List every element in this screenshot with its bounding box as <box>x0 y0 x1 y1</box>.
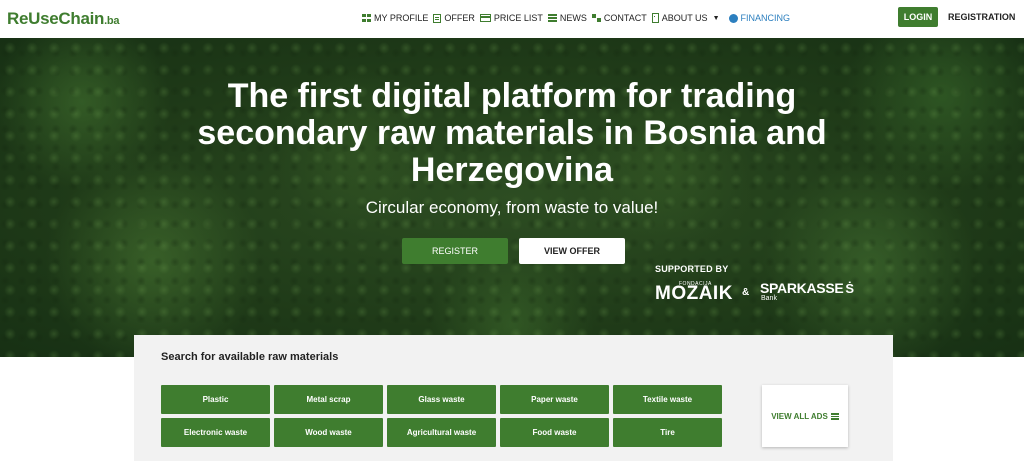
card-icon <box>479 14 491 22</box>
building-icon <box>651 13 659 23</box>
nav-financing[interactable]: FINANCING <box>728 13 791 23</box>
search-panel-title: Search for available raw materials <box>161 351 339 363</box>
main-nav: MY PROFILE OFFER PRICE LIST NEWS CONTACT… <box>362 11 795 25</box>
caret-down-icon[interactable]: ▼ <box>713 15 720 22</box>
site-logo[interactable]: ReUseChain.ba <box>7 9 119 29</box>
nav-label: FINANCING <box>740 13 791 23</box>
nav-news[interactable]: NEWS <box>547 13 587 23</box>
raw-materials-search-panel: Search for available raw materials Plast… <box>134 335 893 461</box>
register-button[interactable]: REGISTER <box>402 238 508 264</box>
mozaik-logo-name: MOZAIK <box>655 283 733 304</box>
nav-label: MY PROFILE <box>374 13 429 23</box>
category-button[interactable]: Metal scrap <box>274 385 383 414</box>
sparkasse-logo-sub: Bank <box>761 295 777 302</box>
category-button[interactable]: Wood waste <box>274 418 383 447</box>
nav-label: OFFER <box>444 13 475 23</box>
list-icon <box>830 412 839 420</box>
logo-domain: .ba <box>104 15 120 27</box>
sponsor-ampersand: & <box>742 287 750 298</box>
hero-banner: The first digital platform for trading s… <box>0 38 1024 357</box>
sparkasse-logo: SPARKASSE Ṡ Bank <box>760 280 855 302</box>
money-bag-icon <box>728 13 738 23</box>
nav-label: PRICE LIST <box>493 13 543 23</box>
nav-contact[interactable]: CONTACT <box>591 13 647 23</box>
sitemap-icon <box>591 14 601 22</box>
category-button[interactable]: Electronic waste <box>161 418 270 447</box>
logo-name: ReUseChain <box>7 9 105 28</box>
top-navigation-bar: ReUseChain.ba MY PROFILE OFFER PRICE LIS… <box>0 0 1024 37</box>
hero-title: The first digital platform for trading s… <box>197 77 827 189</box>
nav-label: CONTACT <box>603 13 647 23</box>
nav-offer[interactable]: OFFER <box>433 13 475 23</box>
view-all-ads-button[interactable]: VIEW ALL ADS <box>762 385 848 447</box>
category-button[interactable]: Tire <box>613 418 722 447</box>
supported-by-label: SUPPORTED BY <box>655 264 729 274</box>
category-button[interactable]: Agricultural waste <box>387 418 496 447</box>
document-icon <box>433 13 442 23</box>
grid-icon <box>362 14 371 22</box>
nav-my-profile[interactable]: MY PROFILE <box>362 13 428 23</box>
category-button[interactable]: Plastic <box>161 385 270 414</box>
nav-about-us[interactable]: ABOUT US ▼ <box>651 13 724 23</box>
category-button[interactable]: Food waste <box>500 418 609 447</box>
category-button[interactable]: Textile waste <box>613 385 722 414</box>
category-button[interactable]: Glass waste <box>387 385 496 414</box>
login-button[interactable]: LOGIN <box>898 7 938 27</box>
sparkasse-logo-name: SPARKASSE <box>760 280 844 296</box>
category-button[interactable]: Paper waste <box>500 385 609 414</box>
sparkasse-s-icon: Ṡ <box>845 281 855 296</box>
nav-price-list[interactable]: PRICE LIST <box>479 13 543 23</box>
hero-subtitle: Circular economy, from waste to value! <box>365 198 659 217</box>
nav-label: ABOUT US <box>661 13 708 23</box>
view-all-ads-label: VIEW ALL ADS <box>771 411 828 421</box>
nav-label: NEWS <box>559 13 587 23</box>
registration-link[interactable]: REGISTRATION <box>948 12 1015 22</box>
list-icon <box>547 14 557 22</box>
view-offer-button[interactable]: VIEW OFFER <box>519 238 625 264</box>
